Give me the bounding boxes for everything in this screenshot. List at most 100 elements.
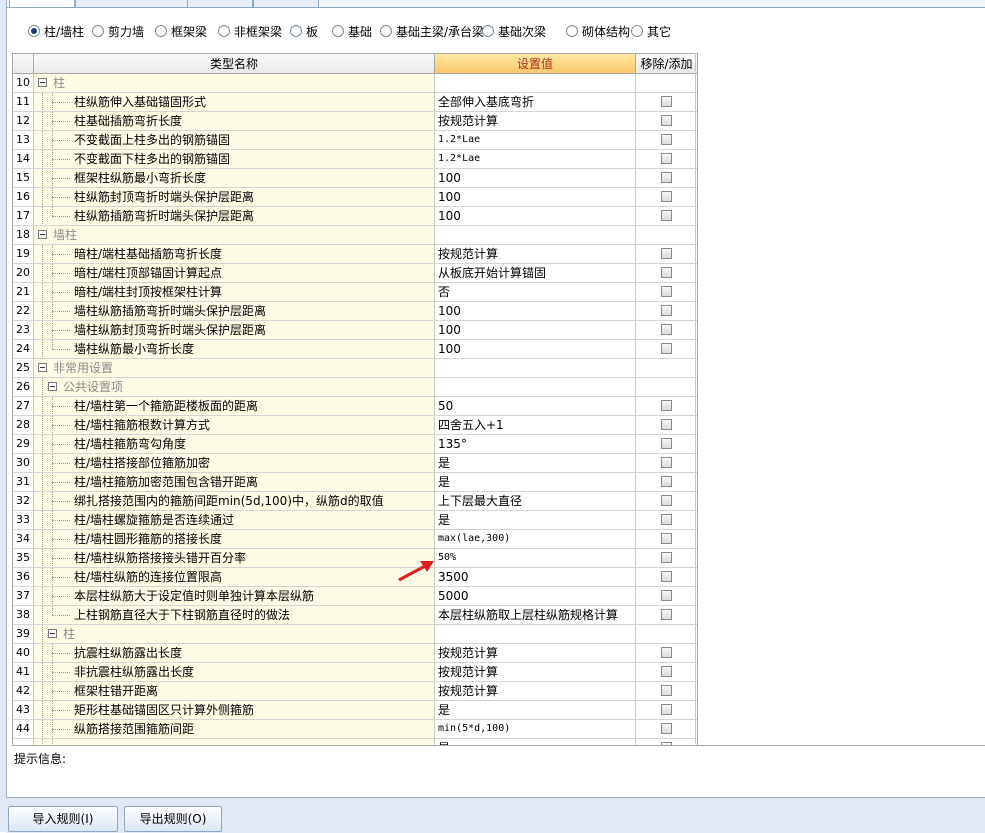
setting-name-cell[interactable]: 柱/墙柱圆形箍筋的搭接长度	[34, 530, 435, 548]
setting-name-cell[interactable]: 柱	[34, 625, 435, 643]
setting-name-cell[interactable]: 绑扎搭接范围内的箍筋间距min(5d,100)中，纵筋d的取值	[34, 492, 435, 510]
setting-name-cell[interactable]: 抗震柱纵筋露出长度	[34, 644, 435, 662]
remove-add-checkbox[interactable]	[661, 153, 672, 164]
table-row[interactable]: 36 柱/墙柱纵筋的连接位置限高 3500	[13, 568, 697, 587]
table-row[interactable]: 34 柱/墙柱圆形箍筋的搭接长度 max(lae,300)	[13, 530, 697, 549]
table-row[interactable]: 44 纵筋搭接范围箍筋间距 min(5*d,100)	[13, 720, 697, 739]
setting-name-cell[interactable]: 矩形柱基础锚固区只计算外侧箍筋	[34, 701, 435, 719]
setting-name-cell[interactable]: 柱/墙柱第一个箍筋距楼板面的距离	[34, 397, 435, 415]
setting-value-cell[interactable]: 100	[435, 321, 636, 339]
table-row[interactable]: 28 柱/墙柱箍筋根数计算方式 四舍五入+1	[13, 416, 697, 435]
remove-add-checkbox[interactable]	[661, 305, 672, 316]
setting-value-cell[interactable]: 从板底开始计算锚固	[435, 264, 636, 282]
setting-value-cell[interactable]: 50%	[435, 549, 636, 567]
setting-name-cell[interactable]: 不变截面上柱多出的钢筋锚固	[34, 131, 435, 149]
table-row[interactable]: 11 柱纵筋伸入基础锚固形式 全部伸入基底弯折	[13, 93, 697, 112]
setting-value-cell[interactable]: 按规范计算	[435, 644, 636, 662]
radio-button-icon[interactable]	[92, 25, 104, 37]
setting-value-cell[interactable]: 按规范计算	[435, 112, 636, 130]
setting-value-cell[interactable]: 5000	[435, 587, 636, 605]
table-row[interactable]: 29 柱/墙柱箍筋弯勾角度 135°	[13, 435, 697, 454]
setting-value-cell[interactable]	[435, 625, 636, 643]
setting-value-cell[interactable]: 135°	[435, 435, 636, 453]
radio-button-icon[interactable]	[218, 25, 230, 37]
radio-element-type[interactable]: 基础主梁/承台梁	[380, 20, 484, 42]
table-row[interactable]: 13 不变截面上柱多出的钢筋锚固 1.2*Lae	[13, 131, 697, 150]
setting-name-cell[interactable]: 柱/墙柱箍筋根数计算方式	[34, 416, 435, 434]
setting-name-cell[interactable]: 墙柱	[34, 226, 435, 244]
setting-value-cell[interactable]: 按规范计算	[435, 663, 636, 681]
setting-name-cell[interactable]: 暗柱/端柱顶部锚固计算起点	[34, 264, 435, 282]
column-header-value[interactable]: 设置值	[435, 54, 636, 74]
setting-value-cell[interactable]: 是	[435, 511, 636, 529]
remove-add-checkbox[interactable]	[661, 495, 672, 506]
setting-value-cell[interactable]	[435, 74, 636, 92]
remove-add-checkbox[interactable]	[661, 609, 672, 620]
radio-button-icon[interactable]	[566, 25, 578, 37]
table-row[interactable]: 23 墙柱纵筋封顶弯折时端头保护层距离 100	[13, 321, 697, 340]
collapse-toggle-icon[interactable]	[38, 363, 47, 372]
tree-group-row[interactable]: 25 非常用设置	[13, 359, 697, 378]
radio-button-icon[interactable]	[482, 25, 494, 37]
setting-value-cell[interactable]	[435, 359, 636, 377]
radio-element-type[interactable]: 非框架梁	[218, 20, 282, 42]
remove-add-checkbox[interactable]	[661, 191, 672, 202]
setting-name-cell[interactable]: 墙柱纵筋封顶弯折时端头保护层距离	[34, 321, 435, 339]
remove-add-checkbox[interactable]	[661, 590, 672, 601]
remove-add-checkbox[interactable]	[661, 248, 672, 259]
setting-value-cell[interactable]: 100	[435, 188, 636, 206]
collapse-toggle-icon[interactable]	[38, 230, 47, 239]
setting-value-cell[interactable]	[435, 226, 636, 244]
table-row[interactable]: 33 柱/墙柱螺旋箍筋是否连续通过 是	[13, 511, 697, 530]
setting-name-cell[interactable]: 公共设置项	[34, 378, 435, 396]
table-row[interactable]: 38 上柱钢筋直径大于下柱钢筋直径时的做法 本层柱纵筋取上层柱纵筋规格计算	[13, 606, 697, 625]
table-row[interactable]: 12 柱基础插筋弯折长度 按规范计算	[13, 112, 697, 131]
table-row[interactable]: 22 墙柱纵筋插筋弯折时端头保护层距离 100	[13, 302, 697, 321]
remove-add-checkbox[interactable]	[661, 96, 672, 107]
remove-add-checkbox[interactable]	[661, 267, 672, 278]
setting-name-cell[interactable]: 柱/墙柱纵筋搭接接头错开百分率	[34, 549, 435, 567]
setting-name-cell[interactable]: 柱/墙柱螺旋箍筋是否连续通过	[34, 511, 435, 529]
table-row[interactable]: 37 本层柱纵筋大于设定值时则单独计算本层纵筋 5000	[13, 587, 697, 606]
setting-name-cell[interactable]: 上柱钢筋直径大于下柱钢筋直径时的做法	[34, 606, 435, 624]
remove-add-checkbox[interactable]	[661, 286, 672, 297]
setting-name-cell[interactable]: 框架柱纵筋最小弯折长度	[34, 169, 435, 187]
remove-add-checkbox[interactable]	[661, 400, 672, 411]
setting-name-cell[interactable]: 柱基础插筋弯折长度	[34, 112, 435, 130]
setting-value-cell[interactable]: 100	[435, 302, 636, 320]
setting-value-cell[interactable]: 1.2*Lae	[435, 150, 636, 168]
import-rules-button[interactable]: 导入规则(I)	[8, 806, 118, 832]
collapse-toggle-icon[interactable]	[48, 382, 57, 391]
column-header-name[interactable]: 类型名称	[34, 54, 435, 74]
table-row[interactable]: 14 不变截面下柱多出的钢筋锚固 1.2*Lae	[13, 150, 697, 169]
remove-add-checkbox[interactable]	[661, 476, 672, 487]
setting-name-cell[interactable]: 柱/墙柱纵筋的连接位置限高	[34, 568, 435, 586]
table-row[interactable]: 43 矩形柱基础锚固区只计算外侧箍筋 是	[13, 701, 697, 720]
remove-add-checkbox[interactable]	[661, 324, 672, 335]
tree-group-row[interactable]: 18 墙柱	[13, 226, 697, 245]
tab-1[interactable]	[9, 0, 75, 7]
radio-element-type[interactable]: 框架梁	[155, 20, 207, 42]
setting-name-cell[interactable]: 柱纵筋封顶弯折时端头保护层距离	[34, 188, 435, 206]
setting-value-cell[interactable]: 50	[435, 397, 636, 415]
remove-add-checkbox[interactable]	[661, 343, 672, 354]
table-row[interactable]: 19 暗柱/端柱基础插筋弯折长度 按规范计算	[13, 245, 697, 264]
remove-add-checkbox[interactable]	[661, 571, 672, 582]
radio-button-icon[interactable]	[155, 25, 167, 37]
remove-add-checkbox[interactable]	[661, 172, 672, 183]
setting-name-cell[interactable]: 柱/墙柱箍筋加密范围包含错开距离	[34, 473, 435, 491]
setting-value-cell[interactable]: 本层柱纵筋取上层柱纵筋规格计算	[435, 606, 636, 624]
setting-value-cell[interactable]: 是	[435, 701, 636, 719]
setting-value-cell[interactable]: 否	[435, 283, 636, 301]
setting-value-cell[interactable]	[435, 378, 636, 396]
radio-element-type[interactable]: 柱/墙柱	[28, 20, 84, 42]
column-header-action[interactable]: 移除/添加	[636, 54, 697, 74]
radio-element-type[interactable]: 砌体结构	[566, 20, 630, 42]
setting-name-cell[interactable]: 非抗震柱纵筋露出长度	[34, 663, 435, 681]
table-row[interactable]: 15 框架柱纵筋最小弯折长度 100	[13, 169, 697, 188]
remove-add-checkbox[interactable]	[661, 723, 672, 734]
tree-group-row[interactable]: 10 柱	[13, 74, 697, 93]
remove-add-checkbox[interactable]	[661, 552, 672, 563]
setting-value-cell[interactable]: 3500	[435, 568, 636, 586]
setting-name-cell[interactable]: 墙柱纵筋最小弯折长度	[34, 340, 435, 358]
